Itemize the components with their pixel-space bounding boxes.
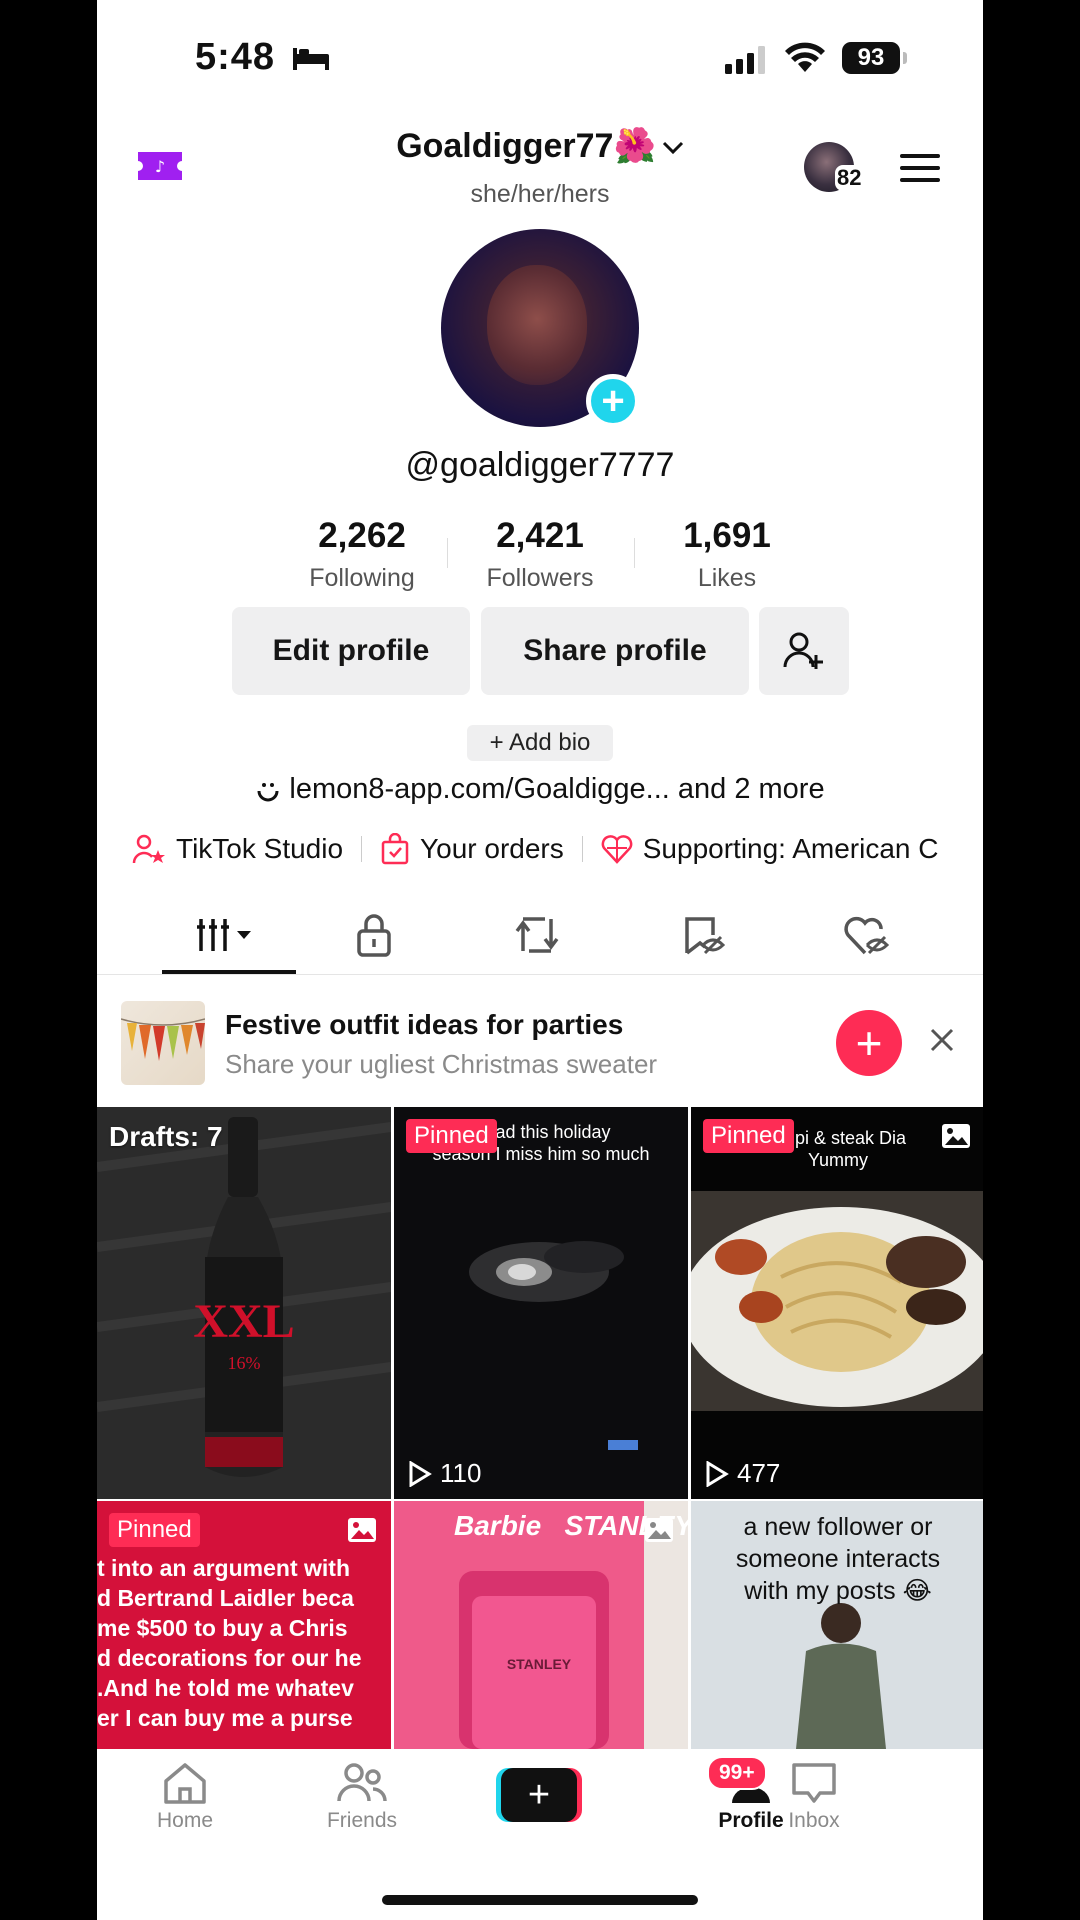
drafts-tile[interactable]: XXL 16% Drafts: 7 — [97, 1107, 391, 1499]
svg-text:STANLEY: STANLEY — [507, 1656, 572, 1672]
wine-bottle-image: XXL 16% — [97, 1107, 391, 1499]
profile-link[interactable]: lemon8-app.com/Goaldigge... and 2 more — [97, 773, 983, 806]
share-profile-button[interactable]: Share profile — [481, 607, 749, 695]
supporting-label: Supporting: American C — [642, 833, 939, 864]
stat-following[interactable]: 2,262 Following — [277, 516, 447, 593]
home-indicator[interactable] — [382, 1895, 698, 1905]
play-icon — [706, 1460, 729, 1487]
divider — [361, 836, 363, 862]
shortcuts-row: TikTok Studio Your orders Supporting: Am… — [132, 833, 938, 865]
nav-friends-label: Friends — [326, 1809, 398, 1832]
divider — [581, 836, 583, 862]
creator-prompt-banner[interactable]: Festive outfit ideas for parties Share y… — [97, 975, 983, 1107]
view-count: 477 — [705, 1458, 780, 1489]
banner-subtitle: Share your ugliest Christmas sweater — [225, 1049, 658, 1079]
your-orders-shortcut[interactable]: Your orders — [380, 833, 564, 865]
close-icon[interactable] — [929, 1027, 955, 1053]
likes-count: 1,691 — [683, 516, 771, 555]
following-count: 2,262 — [318, 516, 406, 555]
add-bio-button[interactable]: + Add bio — [467, 725, 613, 761]
heart-hidden-icon — [844, 916, 890, 955]
repost-icon — [515, 917, 559, 953]
photo-tile[interactable]: Pinned t into an argument with d Bertran… — [97, 1501, 391, 1749]
plus-icon: + — [501, 1768, 577, 1822]
banner-thumbnail — [121, 1001, 205, 1085]
tab-favorites[interactable] — [673, 910, 733, 960]
nav-profile-label: Profile — [718, 1809, 784, 1832]
video-tile[interactable]: y dad this holiday season I miss him so … — [394, 1107, 688, 1499]
link-icon — [257, 783, 279, 802]
chevron-down-icon — [662, 141, 683, 155]
create-post-button[interactable]: + — [836, 1010, 902, 1076]
svg-text:16%: 16% — [228, 1353, 261, 1373]
tab-liked[interactable] — [837, 910, 897, 960]
tab-reposts[interactable] — [507, 910, 567, 960]
heart-globe-icon — [601, 835, 633, 864]
phone-screen: 5:48 93 ♪ Goaldigger77🌺 she/her/hers 82 … — [97, 0, 983, 1920]
view-count: 110 — [408, 1458, 481, 1489]
svg-text:XXL: XXL — [193, 1295, 294, 1348]
home-icon — [164, 1763, 206, 1804]
followers-label: Followers — [486, 564, 594, 592]
grid-menu-icon — [197, 919, 251, 951]
wifi-icon — [785, 42, 825, 72]
avatar-photo — [487, 265, 587, 385]
username: Goaldigger77🌺 — [396, 127, 656, 165]
likes-label: Likes — [697, 564, 757, 592]
image-post-icon — [942, 1124, 970, 1148]
add-friends-button[interactable] — [759, 607, 849, 695]
bookmark-hidden-icon — [685, 917, 725, 955]
photo-tile[interactable]: STANLEY Barbie STANLEY — [394, 1501, 688, 1749]
profile-link-text: lemon8-app.com/Goaldigge... and 2 more — [289, 773, 825, 805]
night-sky-image — [394, 1107, 688, 1499]
supporting-shortcut[interactable]: Supporting: American C — [601, 833, 939, 865]
tiktok-studio-shortcut[interactable]: TikTok Studio — [132, 833, 343, 865]
play-icon — [409, 1460, 432, 1487]
nav-home[interactable]: Home — [125, 1761, 245, 1833]
stat-likes[interactable]: 1,691 Likes — [642, 516, 812, 593]
video-tile[interactable]: a new follower or someone interacts with… — [691, 1501, 983, 1749]
add-person-icon — [783, 632, 823, 669]
status-time: 5:48 — [195, 36, 276, 78]
following-label: Following — [309, 564, 415, 592]
view-count-value: 477 — [737, 1458, 781, 1488]
lock-icon — [357, 914, 391, 957]
stat-followers[interactable]: 2,421 Followers — [455, 516, 625, 593]
nav-friends[interactable]: Friends — [302, 1761, 422, 1833]
pinned-badge: Pinned — [406, 1119, 497, 1153]
view-count-value: 110 — [440, 1458, 482, 1488]
banner-title: Festive outfit ideas for parties — [225, 1009, 624, 1040]
add-photo-button[interactable]: + — [586, 374, 640, 428]
shopping-bag-icon — [381, 833, 409, 865]
image-post-icon — [348, 1518, 376, 1542]
tab-videos[interactable] — [182, 910, 272, 960]
content-tabs — [97, 900, 983, 975]
edit-profile-button[interactable]: Edit profile — [232, 607, 470, 695]
sleep-focus-icon — [293, 48, 329, 70]
battery-indicator: 93 — [842, 42, 900, 74]
drafts-label: Drafts: 7 — [109, 1121, 223, 1152]
create-button[interactable]: + — [496, 1768, 582, 1822]
image-post-icon — [645, 1518, 673, 1542]
nav-home-label: Home — [156, 1809, 214, 1832]
text-post-body: t into an argument with d Bertrand Laidl… — [97, 1555, 362, 1731]
stat-divider — [634, 538, 635, 568]
creator-star-icon — [132, 834, 165, 864]
inbox-badge: 99+ — [707, 1756, 767, 1790]
friends-icon — [337, 1763, 387, 1802]
tiktok-studio-label: TikTok Studio — [176, 833, 344, 864]
stat-divider — [447, 538, 448, 568]
pinned-badge: Pinned — [109, 1513, 200, 1547]
notification-count: 82 — [835, 165, 864, 191]
battery-tip — [903, 52, 907, 64]
followers-count: 2,421 — [496, 516, 584, 555]
your-orders-label: Your orders — [420, 833, 564, 864]
cellular-signal-icon — [725, 46, 765, 74]
profile-handle: @goaldigger7777 — [405, 446, 675, 484]
pinned-badge: Pinned — [703, 1119, 794, 1153]
menu-icon[interactable] — [900, 152, 940, 184]
photo-tile[interactable]: ampi & steak Dia Yummy Pinned 477 — [691, 1107, 983, 1499]
video-text-overlay: a new follower or someone interacts with… — [735, 1513, 941, 1605]
tab-private[interactable] — [344, 910, 404, 960]
